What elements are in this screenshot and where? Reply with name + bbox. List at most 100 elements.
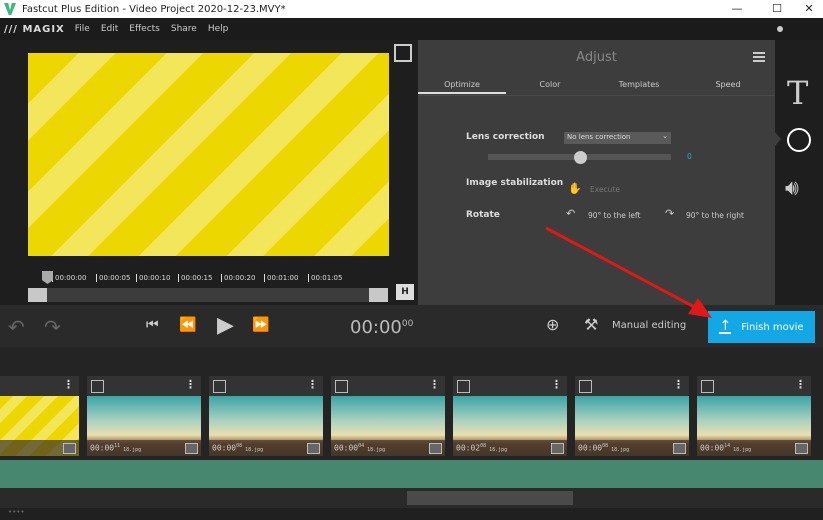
upload-icon: ↑ — [719, 318, 732, 334]
rotate-label: Rotate — [466, 210, 500, 220]
more-options-icon[interactable]: ⋮ — [185, 378, 196, 391]
clip-duration: 00:00 — [90, 443, 115, 453]
hd-off-icon[interactable]: H — [396, 284, 414, 300]
scrollbar-thumb[interactable] — [407, 491, 573, 505]
more-options-icon[interactable]: ⋮ — [551, 378, 562, 391]
lens-correction-label: Lens correction — [466, 132, 545, 142]
clip-checkbox[interactable] — [457, 380, 470, 393]
image-stabilization-label: Image stabilization — [466, 178, 564, 188]
menu-help[interactable]: Help — [208, 24, 229, 34]
rotate-left-icon[interactable]: ↶ — [566, 207, 575, 220]
image-icon — [429, 443, 442, 454]
menu-file[interactable]: File — [75, 24, 90, 34]
lens-correction-dropdown[interactable]: No lens correction ⌄ — [564, 132, 671, 144]
clip-filename: 18.jpg — [245, 446, 264, 453]
audio-track[interactable] — [0, 460, 823, 488]
clip-header: ⋮ — [87, 376, 201, 396]
audio-tool-icon[interactable]: 🔊︎ — [785, 176, 799, 201]
clip-filename: 18.jpg — [367, 446, 386, 453]
clip-duration: 00:00 — [212, 443, 237, 453]
rotate-right-icon[interactable]: ↷ — [665, 207, 674, 220]
rotate-right-button[interactable]: 90° to the right — [686, 211, 744, 220]
status-dot — [777, 26, 783, 32]
range-start-handle[interactable] — [28, 288, 47, 302]
image-icon — [551, 443, 564, 454]
clip-info: 00:001418.jpg — [697, 440, 811, 456]
tab-color[interactable]: Color — [506, 80, 594, 94]
timeline-clip[interactable]: ⋮ 6.jpg — [0, 376, 79, 456]
timeline-clip[interactable]: ⋮ 00:001418.jpg — [697, 376, 811, 456]
ruler-tick: 00:00:05 — [96, 274, 130, 282]
timeline-clip[interactable]: ⋮ 00:000818.jpg — [209, 376, 323, 456]
menu-bar: /// MAGIX File Edit Effects Share Help — [0, 18, 823, 40]
hand-icon: ✋ — [568, 182, 582, 195]
fullscreen-icon[interactable] — [394, 44, 412, 62]
redo-icon[interactable]: ↷ — [44, 315, 61, 339]
magix-logo: /// MAGIX — [4, 23, 65, 35]
clip-frames: 11 — [114, 443, 121, 449]
chevron-down-icon: ⌄ — [662, 132, 668, 140]
clip-checkbox[interactable] — [701, 380, 714, 393]
more-options-icon[interactable]: ⋮ — [673, 378, 684, 391]
clip-info: 00:000818.jpg — [575, 440, 689, 456]
ruler-tick: 00:00:20 — [221, 274, 255, 282]
hamburger-menu-icon[interactable] — [753, 52, 765, 62]
slider-value: 0 — [687, 152, 692, 161]
more-options-icon[interactable]: ⋮ — [63, 378, 74, 391]
adjust-tool-icon[interactable] — [787, 128, 811, 152]
ruler-tick: 00:01:00 — [264, 274, 298, 282]
ruler-tick: 00:00:10 — [136, 274, 170, 282]
dropdown-value: No lens correction — [567, 133, 631, 141]
clip-duration: 00:00 — [700, 443, 725, 453]
time-display: 00:0000 — [350, 317, 413, 338]
preview-scrubber[interactable] — [28, 288, 388, 302]
clip-header: ⋮ — [575, 376, 689, 396]
fast-forward-icon[interactable]: ⏩ — [252, 317, 269, 333]
status-footer: •••• — [0, 508, 823, 520]
rewind-icon[interactable]: ⏪ — [179, 317, 196, 333]
range-end-handle[interactable] — [369, 288, 388, 302]
more-options-icon[interactable]: ⋮ — [795, 378, 806, 391]
more-options-icon[interactable]: ⋮ — [307, 378, 318, 391]
undo-icon[interactable]: ↶ — [8, 315, 25, 339]
clip-header: ⋮ — [0, 376, 79, 396]
image-icon — [673, 443, 686, 454]
minimize-button[interactable]: — — [720, 0, 754, 18]
divider — [418, 95, 775, 96]
maximize-button[interactable]: ☐ — [760, 0, 794, 18]
execute-button[interactable]: Execute — [590, 185, 620, 194]
tab-optimize[interactable]: Optimize — [418, 80, 506, 94]
play-icon[interactable]: ▶ — [217, 313, 234, 338]
timeline-clip[interactable]: ⋮ 00:001118.jpg — [87, 376, 201, 456]
rotate-left-button[interactable]: 90° to the left — [588, 211, 640, 220]
image-icon — [307, 443, 320, 454]
tab-templates[interactable]: Templates — [595, 80, 683, 94]
clip-frames: 14 — [724, 443, 731, 449]
timeline-ruler[interactable]: 00:00:00 00:00:05 00:00:10 00:00:15 00:0… — [46, 272, 376, 286]
clip-checkbox[interactable] — [213, 380, 226, 393]
image-icon — [795, 443, 808, 454]
text-tool-icon[interactable]: T — [787, 74, 808, 112]
time-frames: 00 — [401, 319, 414, 329]
tab-speed[interactable]: Speed — [684, 80, 772, 94]
menu-effects[interactable]: Effects — [129, 24, 160, 34]
timeline-clip[interactable]: ⋮ 00:000418.jpg — [331, 376, 445, 456]
clip-checkbox[interactable] — [335, 380, 348, 393]
clip-checkbox[interactable] — [579, 380, 592, 393]
clip-checkbox[interactable] — [91, 380, 104, 393]
clip-frames: 08 — [602, 443, 609, 449]
timeline-clip[interactable]: ⋮ 00:020818.jpg — [453, 376, 567, 456]
finish-movie-button[interactable]: ↑ Finish movie — [708, 311, 815, 343]
menu-edit[interactable]: Edit — [101, 24, 118, 34]
clip-header: ⋮ — [453, 376, 567, 396]
clip-frames: 08 — [480, 443, 487, 449]
skip-start-icon[interactable]: ⏮ — [146, 317, 159, 333]
more-options-icon[interactable]: ⋮ — [429, 378, 440, 391]
clip-header: ⋮ — [697, 376, 811, 396]
timeline-clip[interactable]: ⋮ 00:000818.jpg — [575, 376, 689, 456]
slider-thumb[interactable] — [574, 151, 587, 164]
close-button[interactable]: ✕ — [792, 0, 823, 18]
menu-share[interactable]: Share — [171, 24, 197, 34]
ruler-tick: 00:00:15 — [178, 274, 212, 282]
window-title: Fastcut Plus Edition - Video Project 202… — [22, 3, 286, 15]
